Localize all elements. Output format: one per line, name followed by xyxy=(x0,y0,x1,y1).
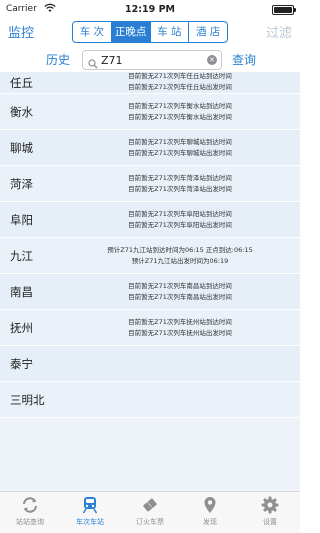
arrival-info: 目前暂无Z71次列车南昌站到达时间 xyxy=(128,282,232,290)
segment-train-number[interactable]: 车 次 xyxy=(73,22,112,42)
search-input[interactable]: Z71 ✕ xyxy=(82,50,222,70)
station-list[interactable]: 任丘 目前暂无Z71次列车任丘站到达时间 目前暂无Z71次列车任丘站出发时间 衡… xyxy=(0,72,300,491)
station-name: 三明北 xyxy=(10,393,45,407)
history-button[interactable]: 历史 xyxy=(46,51,70,68)
clear-icon[interactable]: ✕ xyxy=(207,55,217,65)
segment-hotel[interactable]: 酒 店 xyxy=(189,22,227,42)
departure-info: 目前暂无Z71次列车任丘站出发时间 xyxy=(128,83,232,91)
segment-control: 车 次 正晚点 车 站 酒 店 xyxy=(72,21,228,43)
tab-station-query[interactable]: 站站查询 xyxy=(0,492,60,533)
departure-info: 目前暂无Z71次列车抚州站出发时间 xyxy=(128,329,232,337)
station-name: 抚州 xyxy=(10,321,33,335)
station-name: 菏泽 xyxy=(10,177,33,191)
ticket-icon xyxy=(143,498,157,512)
filter-button[interactable]: 过滤 xyxy=(266,22,292,41)
tab-label: 设置 xyxy=(263,518,277,526)
tab-label: 发现 xyxy=(203,518,217,526)
nav-bar: 监控 车 次 正晚点 车 站 酒 店 过滤 xyxy=(0,20,300,46)
station-name: 聊城 xyxy=(10,141,33,155)
list-item[interactable]: 阜阳 目前暂无Z71次列车阜阳站到达时间 目前暂无Z71次列车阜阳站出发时间 xyxy=(0,202,300,238)
arrival-info: 目前暂无Z71次列车任丘站到达时间 xyxy=(128,72,232,80)
arrival-info: 目前暂无Z71次列车菏泽站到达时间 xyxy=(128,174,232,182)
tab-label: 车次车站 xyxy=(76,518,104,526)
departure-info: 目前暂无Z71次列车菏泽站出发时间 xyxy=(128,185,232,193)
gear-icon xyxy=(261,496,279,514)
list-item[interactable]: 抚州 目前暂无Z71次列车抚州站到达时间 目前暂无Z71次列车抚州站出发时间 xyxy=(0,310,300,346)
arrival-info: 目前暂无Z71次列车阜阳站到达时间 xyxy=(128,210,232,218)
station-name: 衡水 xyxy=(10,105,33,119)
tab-label: 订火车票 xyxy=(136,518,164,526)
search-icon xyxy=(88,54,98,73)
battery-icon xyxy=(272,5,296,15)
list-item[interactable]: 九江 预计Z71九江站到达时间为06:15 正点到达:06:15 预计Z71九江… xyxy=(0,238,300,274)
monitor-button[interactable]: 监控 xyxy=(8,22,34,41)
segment-punctuality[interactable]: 正晚点 xyxy=(111,22,151,42)
list-item[interactable]: 聊城 目前暂无Z71次列车聊城站到达时间 目前暂无Z71次列车聊城站出发时间 xyxy=(0,130,300,166)
departure-info: 目前暂无Z71次列车衡水站出发时间 xyxy=(128,113,232,121)
tab-discover[interactable]: 发现 xyxy=(180,492,240,533)
list-item[interactable]: 南昌 目前暂无Z71次列车南昌站到达时间 目前暂无Z71次列车南昌站出发时间 xyxy=(0,274,300,310)
arrival-info: 目前暂无Z71次列车聊城站到达时间 xyxy=(128,138,232,146)
arrival-info: 目前暂无Z71次列车抚州站到达时间 xyxy=(128,318,232,326)
status-bar: Carrier 12:19 PM xyxy=(0,0,300,20)
query-button[interactable]: 查询 xyxy=(232,51,256,68)
list-item[interactable]: 菏泽 目前暂无Z71次列车菏泽站到达时间 目前暂无Z71次列车菏泽站出发时间 xyxy=(0,166,300,202)
list-item[interactable]: 泰宁 xyxy=(0,346,300,382)
refresh-icon xyxy=(23,497,37,513)
tab-train-station[interactable]: 车次车站 xyxy=(60,492,120,533)
station-name: 任丘 xyxy=(10,76,33,90)
station-name: 阜阳 xyxy=(10,213,33,227)
train-icon xyxy=(82,497,98,514)
tab-settings[interactable]: 设置 xyxy=(240,492,300,533)
list-item[interactable]: 三明北 xyxy=(0,382,300,418)
station-name: 泰宁 xyxy=(10,357,33,371)
arrival-info: 目前暂无Z71次列车衡水站到达时间 xyxy=(128,102,232,110)
segment-station[interactable]: 车 站 xyxy=(151,22,190,42)
station-name: 南昌 xyxy=(10,285,33,299)
status-time: 12:19 PM xyxy=(125,4,175,15)
departure-info: 目前暂无Z71次列车聊城站出发时间 xyxy=(128,149,232,157)
search-row: 历史 Z71 ✕ 查询 xyxy=(0,48,300,72)
tab-bar: 站站查询 车次车站 订火车票 发现 设置 xyxy=(0,491,300,533)
departure-info: 目前暂无Z71次列车南昌站出发时间 xyxy=(128,293,232,301)
location-pin-icon xyxy=(204,497,216,513)
search-value: Z71 xyxy=(101,54,123,67)
list-item[interactable]: 衡水 目前暂无Z71次列车衡水站到达时间 目前暂无Z71次列车衡水站出发时间 xyxy=(0,94,300,130)
list-item[interactable]: 任丘 目前暂无Z71次列车任丘站到达时间 目前暂无Z71次列车任丘站出发时间 xyxy=(0,72,300,94)
arrival-info: 预计Z71九江站到达时间为06:15 正点到达:06:15 xyxy=(107,246,253,254)
tab-book-ticket[interactable]: 订火车票 xyxy=(120,492,180,533)
departure-info: 目前暂无Z71次列车阜阳站出发时间 xyxy=(128,221,232,229)
station-name: 九江 xyxy=(10,249,33,263)
tab-label: 站站查询 xyxy=(16,518,44,526)
departure-info: 预计Z71九江站出发时间为06:19 xyxy=(131,257,229,265)
